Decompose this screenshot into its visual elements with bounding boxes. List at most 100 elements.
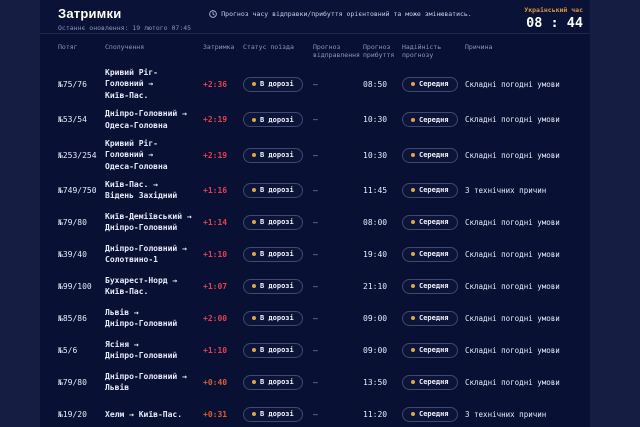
reliability-badge: Середня [402, 279, 458, 294]
panel-header-left: Затримки Останнє оновлення: 19 лютого 07… [58, 6, 208, 32]
delays-panel: Затримки Останнє оновлення: 19 лютого 07… [40, 0, 590, 427]
table-row[interactable]: №39/40 Дніпро-Головний → Солотвино-1 +1:… [40, 238, 590, 270]
status-badge: В дорозі [243, 311, 303, 326]
delay: +2:00 [203, 314, 243, 323]
departure-forecast: — [313, 115, 363, 124]
delay: +1:10 [203, 346, 243, 355]
delay: +1:07 [203, 282, 243, 291]
arrival-forecast: 10:30 [363, 115, 402, 124]
reliability-badge: Середня [402, 407, 458, 422]
departure-forecast: — [313, 151, 363, 160]
page-title: Затримки [58, 6, 208, 21]
arrival-forecast: 09:00 [363, 314, 402, 323]
panel-header: Затримки Останнє оновлення: 19 лютого 07… [40, 0, 590, 34]
departure-forecast: — [313, 218, 363, 227]
reliability-badge: Середня [402, 215, 458, 230]
route: Бухарест-Норд → Київ-Пас. [105, 275, 203, 298]
status-dot-icon [252, 82, 256, 86]
status-label: В дорозі [260, 282, 294, 290]
status-dot-icon [252, 316, 256, 320]
departure-forecast: — [313, 346, 363, 355]
status-badge: В дорозі [243, 215, 303, 230]
departure-forecast: — [313, 250, 363, 259]
reliability-cell: Середня [402, 343, 465, 358]
status-cell: В дорозі [243, 112, 313, 127]
column-header-train: Потяг [58, 43, 105, 60]
reliability-cell: Середня [402, 148, 465, 163]
status-badge: В дорозі [243, 279, 303, 294]
route: Ясіня → Дніпро-Головний [105, 339, 203, 362]
delay: +0:40 [203, 378, 243, 387]
ukraine-time-block: Український час 08 : 44 [473, 6, 583, 31]
ukraine-time-value: 08 : 44 [473, 15, 583, 31]
route: Дніпро-Головний → Солотвино-1 [105, 243, 203, 266]
table-row[interactable]: №253/254 Кривий Ріг- Головний → Одеса-Го… [40, 136, 590, 175]
reliability-cell: Середня [402, 279, 465, 294]
column-header-reliability: Надійність прогнозу [402, 43, 465, 60]
reason: Складні погодні умови [465, 80, 582, 89]
delay: +2:36 [203, 80, 243, 89]
status-dot-icon [252, 284, 256, 288]
table-row[interactable]: №749/750 Київ-Пас. → Відень Західний +1:… [40, 174, 590, 206]
reliability-cell: Середня [402, 215, 465, 230]
train-number: №99/100 [58, 282, 105, 291]
arrival-forecast: 19:40 [363, 250, 402, 259]
status-label: В дорозі [260, 250, 294, 258]
status-cell: В дорозі [243, 279, 313, 294]
status-label: В дорозі [260, 151, 294, 159]
reliability-cell: Середня [402, 247, 465, 262]
status-dot-icon [252, 118, 256, 122]
status-dot-icon [252, 153, 256, 157]
delay: +2:19 [203, 115, 243, 124]
column-header-departure: Прогноз відправлення [313, 43, 363, 60]
departure-forecast: — [313, 378, 363, 387]
status-badge: В дорозі [243, 407, 303, 422]
reliability-badge: Середня [402, 77, 458, 92]
arrival-forecast: 10:30 [363, 151, 402, 160]
reason: З технічних причин [465, 186, 582, 195]
table-row[interactable]: №53/54 Дніпро-Головний → Одеса-Головна +… [40, 104, 590, 136]
reliability-badge: Середня [402, 148, 458, 163]
reason: Складні погодні умови [465, 151, 582, 160]
reliability-badge: Середня [402, 112, 458, 127]
train-number: №39/40 [58, 250, 105, 259]
reliability-badge: Середня [402, 183, 458, 198]
reliability-label: Середня [419, 80, 449, 88]
table-row[interactable]: №99/100 Бухарест-Норд → Київ-Пас. +1:07 … [40, 270, 590, 302]
arrival-forecast: 13:50 [363, 378, 402, 387]
status-dot-icon [252, 252, 256, 256]
column-header-reason: Причина [465, 43, 582, 60]
reliability-dot-icon [411, 220, 415, 224]
table-row[interactable]: №79/80 Київ-Деміївський → Дніпро-Головни… [40, 206, 590, 238]
reliability-label: Середня [419, 186, 449, 194]
train-number: №5/6 [58, 346, 105, 355]
table-row[interactable]: №79/80 Дніпро-Головний → Львів +0:40 В д… [40, 366, 590, 398]
route: Хелм → Київ-Пас. [105, 409, 203, 421]
route: Кривий Ріг- Головний → Одеса-Головна [105, 138, 203, 173]
reliability-cell: Середня [402, 183, 465, 198]
reason: Складні погодні умови [465, 314, 582, 323]
status-cell: В дорозі [243, 215, 313, 230]
column-header-delay: Затримка [203, 43, 243, 60]
train-number: №85/86 [58, 314, 105, 323]
status-cell: В дорозі [243, 375, 313, 390]
status-badge: В дорозі [243, 247, 303, 262]
delay: +1:16 [203, 186, 243, 195]
table-header-row: Потяг Сполучення Затримка Статус поїзда … [40, 34, 590, 65]
status-cell: В дорозі [243, 148, 313, 163]
table-row[interactable]: №75/76 Кривий Ріг- Головний → Київ-Пас. … [40, 65, 590, 104]
delay: +0:31 [203, 410, 243, 419]
arrival-forecast: 08:50 [363, 80, 402, 89]
arrival-forecast: 08:00 [363, 218, 402, 227]
reason: Складні погодні умови [465, 282, 582, 291]
table-row[interactable]: №85/86 Львів → Дніпро-Головний +2:00 В д… [40, 302, 590, 334]
reliability-label: Середня [419, 410, 449, 418]
status-label: В дорозі [260, 218, 294, 226]
table-row[interactable]: №5/6 Ясіня → Дніпро-Головний +1:10 В дор… [40, 334, 590, 366]
status-badge: В дорозі [243, 148, 303, 163]
train-number: №19/20 [58, 410, 105, 419]
status-label: В дорозі [260, 378, 294, 386]
table-row[interactable]: №19/20 Хелм → Київ-Пас. +0:31 В дорозі —… [40, 398, 590, 427]
status-label: В дорозі [260, 80, 294, 88]
departure-forecast: — [313, 186, 363, 195]
